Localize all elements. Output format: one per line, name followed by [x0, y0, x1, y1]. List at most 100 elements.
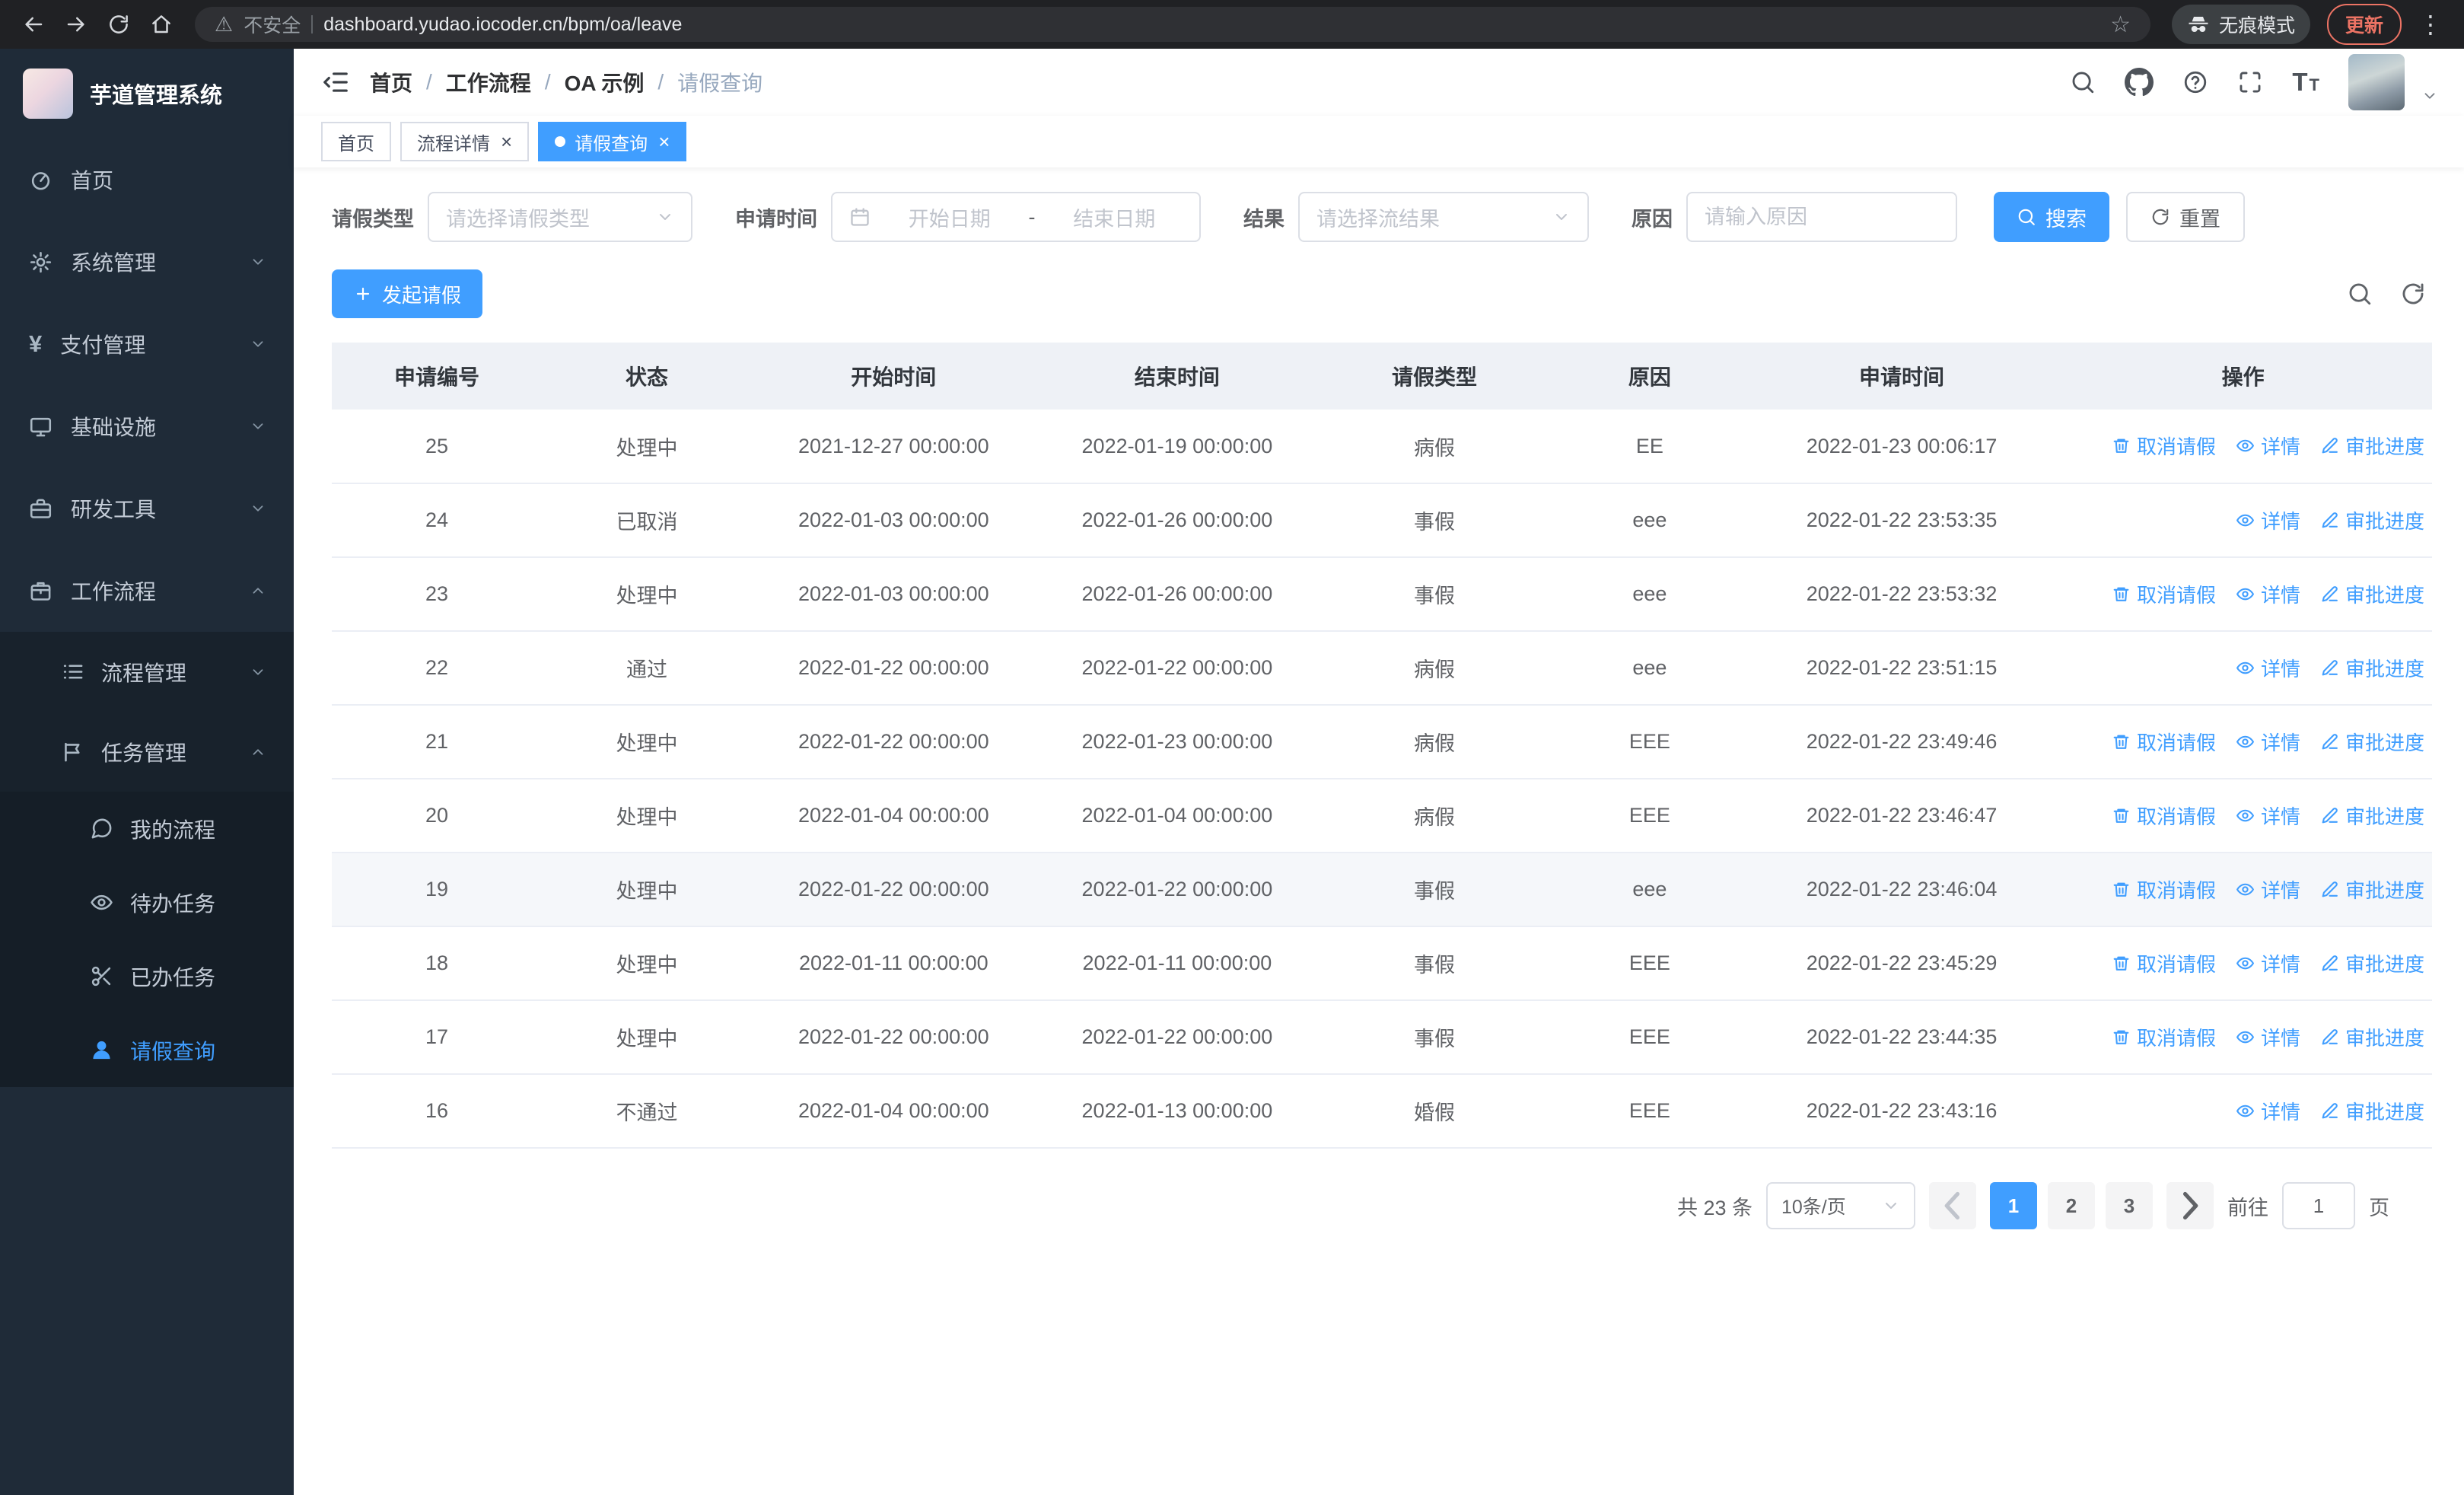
breadcrumb-item[interactable]: 工作流程: [446, 67, 531, 97]
breadcrumb-item[interactable]: 首页: [370, 67, 412, 97]
sidebar-item-dev-tools[interactable]: 研发工具: [0, 467, 294, 550]
action-label: 取消请假: [2136, 731, 2216, 754]
list-icon: [61, 660, 84, 684]
sidebar-item-done-tasks[interactable]: 已办任务: [0, 939, 294, 1013]
breadcrumb-item[interactable]: OA 示例: [565, 67, 645, 97]
fullscreen-icon[interactable]: [2237, 69, 2263, 95]
progress-action-link[interactable]: 审批进度: [2320, 506, 2424, 534]
sidebar-item-todo-tasks[interactable]: 待办任务: [0, 865, 294, 939]
progress-action-link[interactable]: 审批进度: [2320, 580, 2424, 608]
sidebar-collapse-icon[interactable]: [321, 68, 350, 97]
header-search-icon[interactable]: [2070, 69, 2096, 95]
app-logo-image: [23, 69, 73, 119]
browser-refresh-icon[interactable]: [99, 5, 138, 44]
app-logo[interactable]: 芋道管理系统: [0, 49, 294, 139]
leave-type-select[interactable]: 请选择请假类型: [428, 192, 692, 242]
eye-icon: [2236, 1101, 2255, 1120]
goto-prefix-label: 前往: [2227, 1196, 2268, 1219]
detail-action-link[interactable]: 详情: [2236, 506, 2300, 534]
sidebar-item-home[interactable]: 首页: [0, 139, 294, 221]
action-label: 审批进度: [2345, 878, 2424, 902]
detail-action-link[interactable]: 详情: [2236, 580, 2300, 608]
page-button-2[interactable]: 2: [2048, 1182, 2095, 1229]
browser-forward-icon[interactable]: [56, 5, 96, 44]
detail-action-link[interactable]: 详情: [2236, 949, 2300, 977]
cancel-action-link[interactable]: 取消请假: [2112, 875, 2216, 904]
sidebar-item-task-management[interactable]: 任务管理: [0, 712, 294, 792]
font-size-icon[interactable]: TT: [2292, 68, 2319, 97]
detail-action-link[interactable]: 详情: [2236, 1097, 2300, 1125]
cancel-action-link[interactable]: 取消请假: [2112, 1023, 2216, 1051]
progress-action-link[interactable]: 审批进度: [2320, 654, 2424, 682]
tab-close-icon[interactable]: ×: [501, 132, 512, 151]
action-label: 审批进度: [2345, 952, 2424, 976]
prev-page-button[interactable]: [1929, 1182, 1976, 1229]
cancel-action-link[interactable]: 取消请假: [2112, 432, 2216, 460]
browser-home-icon[interactable]: [142, 5, 181, 44]
sidebar-item-my-processes[interactable]: 我的流程: [0, 792, 294, 865]
table-refresh-icon[interactable]: [2400, 281, 2426, 307]
tab-home[interactable]: 首页: [321, 122, 391, 161]
progress-action-link[interactable]: 审批进度: [2320, 432, 2424, 460]
sidebar-item-workflow[interactable]: 工作流程: [0, 550, 294, 632]
user-avatar[interactable]: [2348, 54, 2405, 110]
github-icon[interactable]: [2125, 68, 2154, 97]
sidebar-item-leave-query[interactable]: 请假查询: [0, 1013, 294, 1087]
cancel-action-link[interactable]: 取消请假: [2112, 728, 2216, 756]
table-search-toggle-icon[interactable]: [2347, 281, 2373, 307]
user-menu-caret-icon[interactable]: [2421, 88, 2438, 104]
apply-time-range-picker[interactable]: 开始日期 - 结束日期: [831, 192, 1201, 242]
cell-apply-time: 2022-01-22 23:44:35: [1749, 1000, 2055, 1075]
progress-action-link[interactable]: 审批进度: [2320, 875, 2424, 904]
suitcase-icon: [29, 579, 53, 603]
next-page-button[interactable]: [2166, 1182, 2214, 1229]
sidebar-item-infrastructure[interactable]: 基础设施: [0, 385, 294, 467]
cancel-action-link[interactable]: 取消请假: [2112, 580, 2216, 608]
detail-action-link[interactable]: 详情: [2236, 432, 2300, 460]
progress-action-link[interactable]: 审批进度: [2320, 728, 2424, 756]
detail-action-link[interactable]: 详情: [2236, 1023, 2300, 1051]
detail-action-link[interactable]: 详情: [2236, 728, 2300, 756]
result-select[interactable]: 请选择流结果: [1298, 192, 1589, 242]
detail-action-link[interactable]: 详情: [2236, 802, 2300, 830]
total-count: 共 23 条: [1676, 1196, 1752, 1219]
chevron-up-icon: [250, 744, 266, 760]
sidebar-item-system-management[interactable]: 系统管理: [0, 221, 294, 303]
goto-page-input[interactable]: [2282, 1182, 2355, 1229]
detail-action-link[interactable]: 详情: [2236, 654, 2300, 682]
create-leave-button[interactable]: 发起请假: [332, 269, 483, 318]
page-size-select[interactable]: 10条/页: [1766, 1182, 1915, 1229]
browser-update-button[interactable]: 更新: [2326, 4, 2402, 45]
sidebar-item-payment-management[interactable]: ¥ 支付管理: [0, 303, 294, 385]
page-button-3[interactable]: 3: [2106, 1182, 2153, 1229]
detail-action-link[interactable]: 详情: [2236, 875, 2300, 904]
browser-menu-icon[interactable]: ⋮: [2411, 5, 2450, 44]
bookmark-star-icon[interactable]: ☆: [2110, 11, 2131, 38]
browser-back-icon[interactable]: [14, 5, 53, 44]
help-icon[interactable]: [2182, 69, 2208, 95]
cancel-action-link[interactable]: 取消请假: [2112, 802, 2216, 830]
reset-button[interactable]: 重置: [2126, 192, 2245, 242]
search-button[interactable]: 搜索: [1994, 192, 2109, 242]
address-bar[interactable]: ⚠ 不安全 dashboard.yudao.iocoder.cn/bpm/oa/…: [195, 7, 2150, 42]
result-placeholder: 请选择流结果: [1316, 207, 1440, 231]
reason-input[interactable]: [1686, 192, 1957, 242]
progress-action-link[interactable]: 审批进度: [2320, 1097, 2424, 1125]
cell-start-time: 2022-01-22 00:00:00: [752, 853, 1036, 927]
table-row: 22 通过 2022-01-22 00:00:00 2022-01-22 00:00:…: [332, 631, 2432, 706]
tab-close-icon[interactable]: ×: [658, 132, 670, 151]
progress-action-link[interactable]: 审批进度: [2320, 802, 2424, 830]
sidebar-item-label: 待办任务: [130, 891, 216, 916]
tab-process-detail[interactable]: 流程详情 ×: [400, 122, 530, 161]
tab-leave-query[interactable]: 请假查询 ×: [538, 122, 687, 161]
cancel-action-link[interactable]: 取消请假: [2112, 949, 2216, 977]
progress-action-link[interactable]: 审批进度: [2320, 1023, 2424, 1051]
page-button-1[interactable]: 1: [1990, 1182, 2037, 1229]
sidebar-item-process-management[interactable]: 流程管理: [0, 632, 294, 712]
cell-actions: 详情 审批进度: [2054, 631, 2432, 706]
cell-status: 通过: [542, 631, 752, 706]
breadcrumb-separator: /: [544, 70, 551, 94]
topbar: 首页 / 工作流程 / OA 示例 / 请假查询 TT: [294, 49, 2464, 116]
progress-action-link[interactable]: 审批进度: [2320, 949, 2424, 977]
security-label[interactable]: 不安全: [244, 11, 301, 38]
